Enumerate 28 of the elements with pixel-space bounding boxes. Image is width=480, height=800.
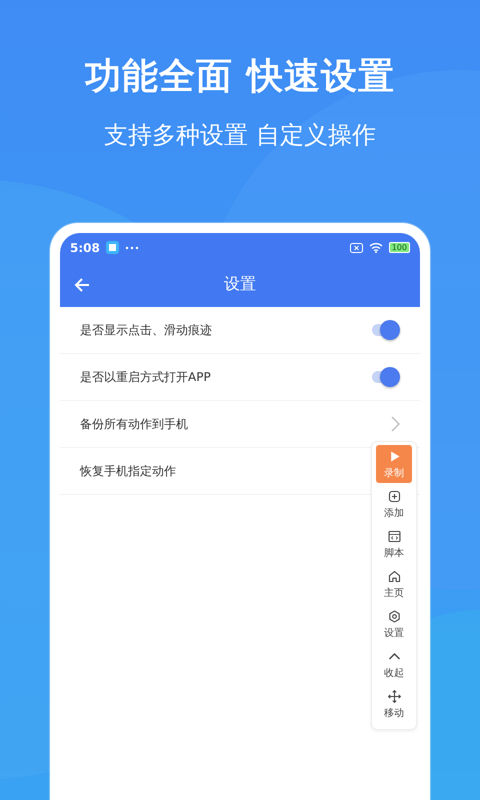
- page-title: 设置: [224, 274, 256, 295]
- toolbar-button[interactable]: 主页: [376, 565, 412, 603]
- subheadline: 支持多种设置 自定义操作: [104, 120, 376, 151]
- toggle-switch[interactable]: [370, 367, 400, 387]
- setting-label: 是否以重启方式打开APP: [80, 368, 211, 386]
- battery-level: 100: [388, 242, 410, 253]
- sim-icon: [350, 242, 363, 252]
- toggle-switch[interactable]: [370, 320, 400, 340]
- home-icon: [386, 568, 402, 584]
- headline: 功能全面 快速设置: [85, 55, 395, 99]
- app-icon: [106, 241, 119, 254]
- chevron-icon: [390, 416, 400, 432]
- toolbar-button[interactable]: 收起: [376, 645, 412, 683]
- settings-icon: [386, 608, 402, 624]
- status-time: 5:08: [70, 240, 100, 254]
- toolbar-button[interactable]: 设置: [376, 605, 412, 643]
- more-icon: [124, 246, 139, 250]
- add-icon: [386, 488, 402, 504]
- settings-row[interactable]: 是否以重启方式打开APP: [60, 354, 420, 401]
- wifi-icon: [368, 242, 383, 253]
- toolbar-button[interactable]: 脚本: [376, 525, 412, 563]
- toolbar-button[interactable]: 移动: [376, 685, 412, 723]
- code-window-icon: [386, 528, 402, 544]
- settings-row[interactable]: 是否显示点击、滑动痕迹: [60, 307, 420, 354]
- move-icon: [386, 688, 402, 704]
- setting-label: 恢复手机指定动作: [80, 462, 176, 480]
- setting-label: 备份所有动作到手机: [80, 416, 188, 432]
- setting-label: 是否显示点击、滑动痕迹: [80, 322, 212, 338]
